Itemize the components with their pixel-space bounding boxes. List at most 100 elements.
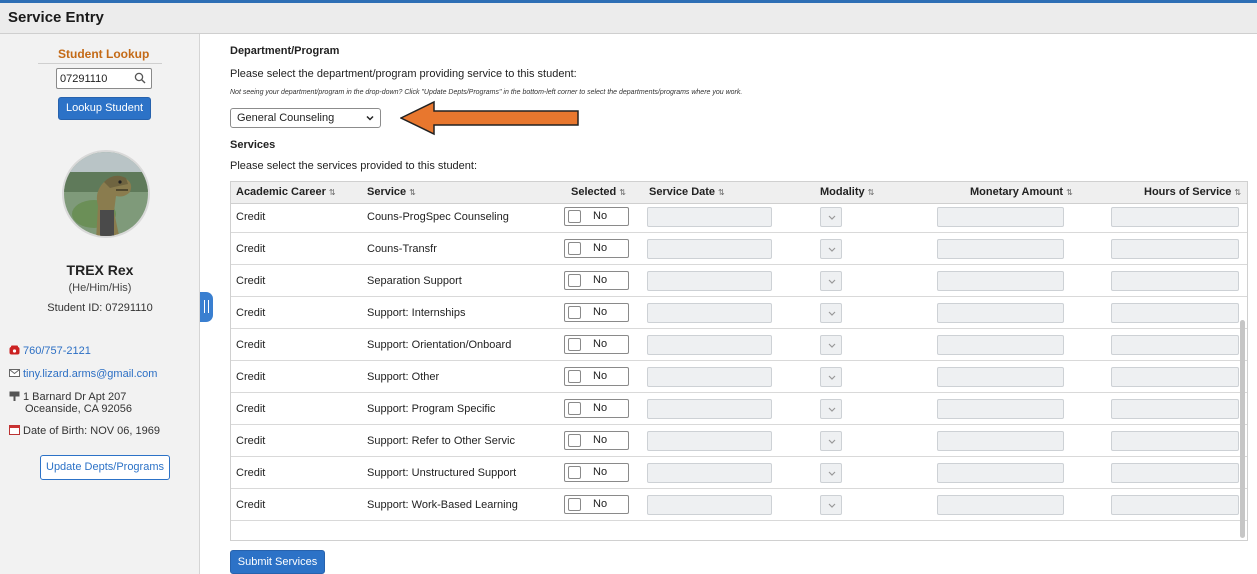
service-date-input[interactable] — [647, 367, 772, 387]
col-service[interactable]: Service ⇅ — [367, 186, 416, 198]
monetary-amount-input[interactable] — [937, 463, 1064, 483]
modality-select[interactable] — [820, 303, 842, 323]
update-depts-programs-button[interactable]: Update Depts/Programs — [40, 455, 170, 480]
hours-of-service-input[interactable] — [1111, 303, 1239, 323]
services-section-title: Services — [230, 139, 276, 151]
selected-toggle[interactable]: No — [564, 271, 629, 290]
grid-scrollbar[interactable] — [1240, 320, 1245, 538]
checkbox-icon[interactable] — [568, 274, 581, 287]
grid-header: Academic Career ⇅ Service ⇅ Selected ⇅ Serv… — [231, 182, 1247, 204]
checkbox-icon[interactable] — [568, 210, 581, 223]
monetary-amount-input[interactable] — [937, 303, 1064, 323]
hours-of-service-input[interactable] — [1111, 335, 1239, 355]
selected-toggle[interactable]: No — [564, 463, 629, 482]
hours-of-service-input[interactable] — [1111, 431, 1239, 451]
student-search-input[interactable] — [60, 71, 130, 86]
search-icon[interactable] — [134, 72, 146, 84]
col-selected[interactable]: Selected ⇅ — [571, 186, 626, 198]
address-line-1: 1 Barnard Dr Apt 207 — [23, 391, 127, 403]
sort-icon: ⇅ — [867, 188, 875, 197]
chevron-down-icon — [828, 439, 836, 444]
selected-toggle[interactable]: No — [564, 495, 629, 514]
sort-icon: ⇅ — [1066, 188, 1073, 197]
monetary-amount-input[interactable] — [937, 207, 1064, 227]
checkbox-icon[interactable] — [568, 466, 581, 479]
address-line-2-row: Oceanside, CA 92056 — [25, 403, 132, 415]
modality-select[interactable] — [820, 431, 842, 451]
table-row: Credit Support: Refer to Other Servic No — [231, 425, 1247, 457]
phone-row: 760/757-2121 — [9, 345, 91, 357]
service-date-input[interactable] — [647, 431, 772, 451]
service-date-input[interactable] — [647, 335, 772, 355]
modality-select[interactable] — [820, 367, 842, 387]
email-link[interactable]: tiny.lizard.arms@gmail.com — [23, 368, 157, 380]
hours-of-service-input[interactable] — [1111, 367, 1239, 387]
academic-career-cell: Credit — [236, 435, 266, 447]
modality-select[interactable] — [820, 399, 842, 419]
service-cell: Support: Refer to Other Servic — [367, 435, 515, 447]
service-cell: Support: Unstructured Support — [367, 467, 517, 479]
modality-select[interactable] — [820, 495, 842, 515]
academic-career-cell: Credit — [236, 499, 266, 511]
checkbox-icon[interactable] — [568, 338, 581, 351]
hours-of-service-input[interactable] — [1111, 271, 1239, 291]
department-help-note: Not seeing your department/program in th… — [230, 89, 743, 96]
selected-toggle[interactable]: No — [564, 335, 629, 354]
monetary-amount-input[interactable] — [937, 239, 1064, 259]
hours-of-service-input[interactable] — [1111, 495, 1239, 515]
table-row: Credit Couns-ProgSpec Counseling No — [231, 201, 1247, 233]
lookup-student-button[interactable]: Lookup Student — [58, 97, 151, 120]
student-search-field[interactable] — [56, 68, 152, 89]
sort-icon: ⇅ — [409, 188, 416, 197]
selected-toggle[interactable]: No — [564, 207, 629, 226]
hours-of-service-input[interactable] — [1111, 399, 1239, 419]
modality-select[interactable] — [820, 207, 842, 227]
checkbox-icon[interactable] — [568, 370, 581, 383]
selected-toggle[interactable]: No — [564, 303, 629, 322]
modality-select[interactable] — [820, 463, 842, 483]
service-date-input[interactable] — [647, 463, 772, 483]
sidebar-collapse-handle[interactable] — [200, 292, 213, 322]
modality-select[interactable] — [820, 271, 842, 291]
monetary-amount-input[interactable] — [937, 399, 1064, 419]
hours-of-service-input[interactable] — [1111, 463, 1239, 483]
checkbox-icon[interactable] — [568, 402, 581, 415]
selected-toggle[interactable]: No — [564, 367, 629, 386]
service-date-input[interactable] — [647, 399, 772, 419]
col-service-date[interactable]: Service Date ⇅ — [649, 186, 725, 198]
selected-toggle[interactable]: No — [564, 239, 629, 258]
monetary-amount-input[interactable] — [937, 271, 1064, 291]
chevron-down-icon — [828, 279, 836, 284]
department-select[interactable]: General Counseling — [230, 108, 381, 128]
selected-toggle[interactable]: No — [564, 431, 629, 450]
modality-select[interactable] — [820, 239, 842, 259]
selected-toggle[interactable]: No — [564, 399, 629, 418]
hours-of-service-input[interactable] — [1111, 207, 1239, 227]
checkbox-icon[interactable] — [568, 242, 581, 255]
modality-select[interactable] — [820, 335, 842, 355]
service-cell: Separation Support — [367, 275, 462, 287]
table-row: Credit Support: Program Specific No — [231, 393, 1247, 425]
service-date-input[interactable] — [647, 303, 772, 323]
checkbox-icon[interactable] — [568, 498, 581, 511]
monetary-amount-input[interactable] — [937, 495, 1064, 515]
checkbox-icon[interactable] — [568, 306, 581, 319]
monetary-amount-input[interactable] — [937, 431, 1064, 451]
service-date-input[interactable] — [647, 271, 772, 291]
service-date-input[interactable] — [647, 239, 772, 259]
monetary-amount-input[interactable] — [937, 367, 1064, 387]
hours-of-service-input[interactable] — [1111, 239, 1239, 259]
monetary-amount-input[interactable] — [937, 335, 1064, 355]
submit-services-button[interactable]: Submit Services — [230, 550, 325, 574]
col-hours-of-service[interactable]: Hours of Service ⇅ — [1144, 186, 1241, 198]
student-id: Student ID: 07291110 — [47, 302, 153, 314]
col-academic-career[interactable]: Academic Career ⇅ — [236, 186, 336, 198]
col-modality[interactable]: Modality ⇅ — [820, 186, 874, 198]
phone-link[interactable]: 760/757-2121 — [23, 345, 91, 357]
service-date-input[interactable] — [647, 495, 772, 515]
checkbox-icon[interactable] — [568, 434, 581, 447]
table-row: Credit Support: Unstructured Support No — [231, 457, 1247, 489]
service-cell: Support: Work-Based Learning — [367, 499, 518, 511]
col-monetary-amount[interactable]: Monetary Amount ⇅ — [970, 186, 1073, 198]
service-date-input[interactable] — [647, 207, 772, 227]
